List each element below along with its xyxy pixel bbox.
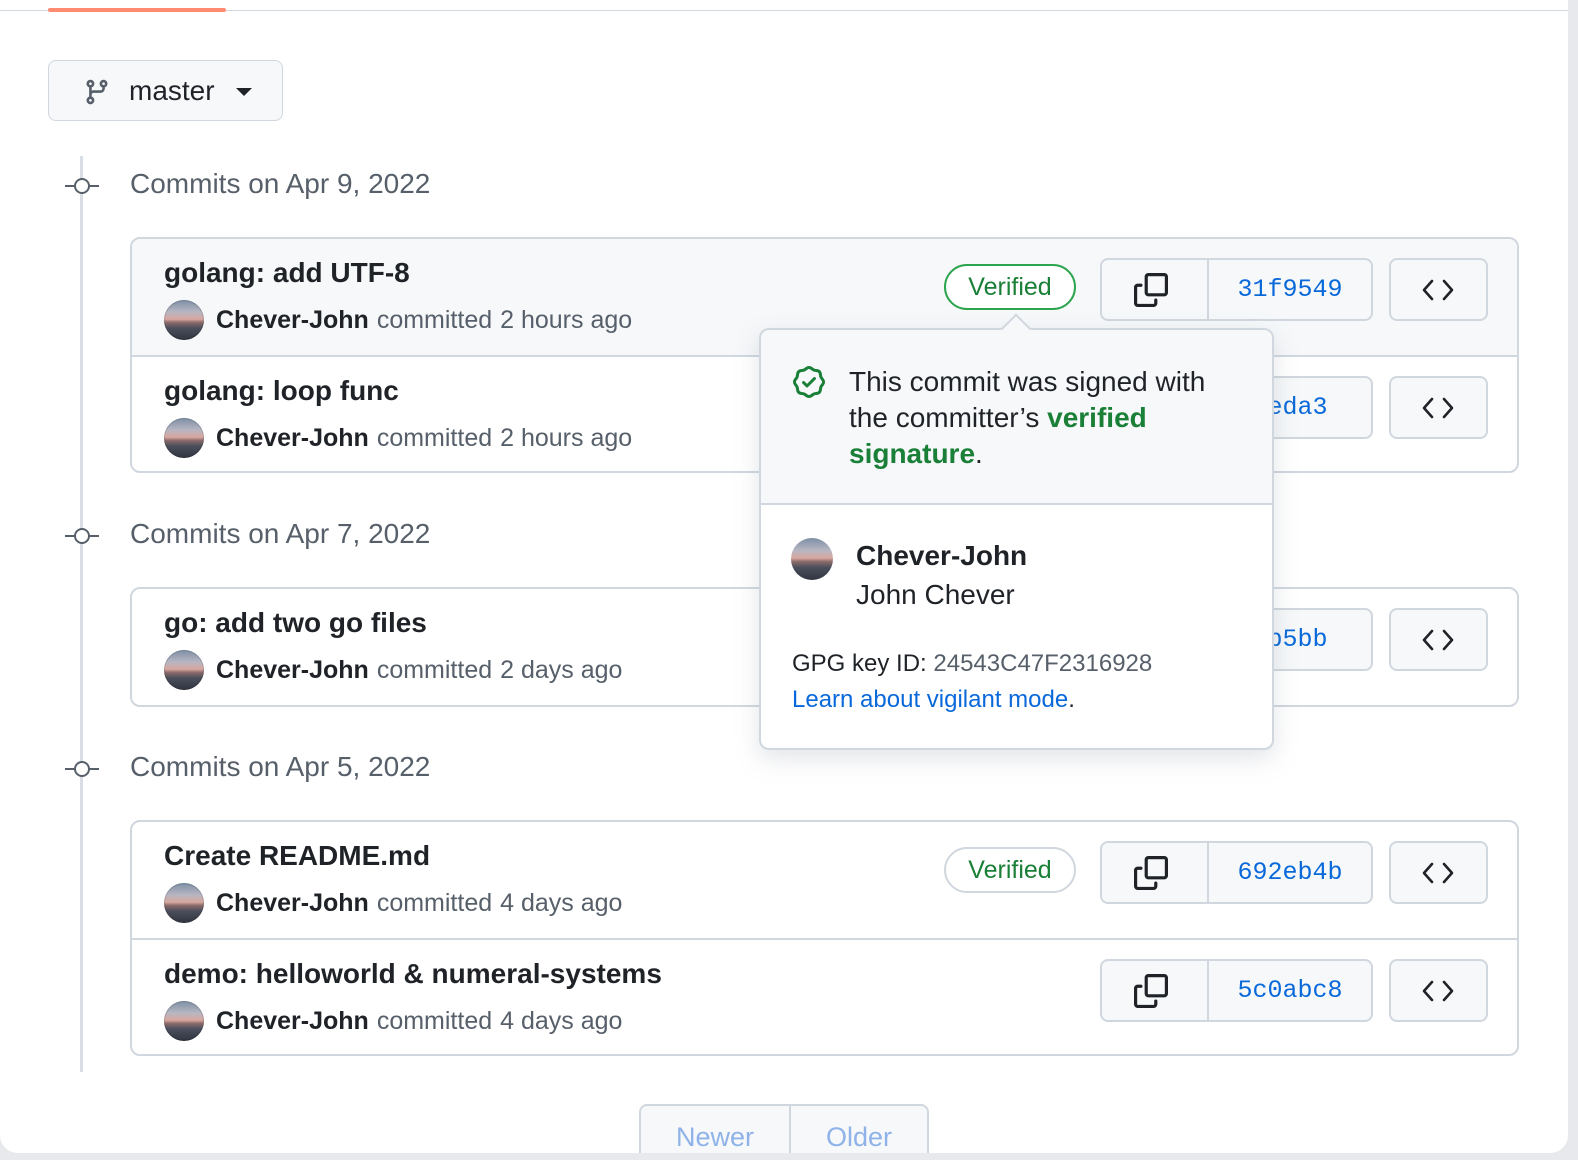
copy-sha-button[interactable] bbox=[1102, 260, 1209, 319]
copy-icon bbox=[1134, 974, 1168, 1008]
verified-check-icon bbox=[793, 366, 825, 398]
branch-name: master bbox=[129, 75, 215, 106]
code-icon bbox=[1422, 279, 1454, 301]
commit-meta: Chever-John committed 2 hours ago bbox=[164, 418, 632, 458]
commit-action: committed bbox=[376, 1006, 493, 1035]
commit-author[interactable]: Chever-John bbox=[216, 656, 369, 685]
commit-meta: Chever-John committed 2 hours ago bbox=[164, 300, 632, 340]
copy-sha-button[interactable] bbox=[1102, 843, 1209, 902]
browse-repo-button[interactable] bbox=[1389, 841, 1488, 904]
signer-login[interactable]: Chever-John bbox=[856, 540, 1027, 572]
commit-title[interactable]: go: add two go files bbox=[164, 607, 427, 639]
avatar[interactable] bbox=[164, 883, 204, 923]
tabs-divider bbox=[0, 10, 1568, 11]
commit-title[interactable]: golang: add UTF-8 bbox=[164, 257, 410, 289]
sha-button-group: 31f9549 bbox=[1100, 258, 1373, 321]
commit-title[interactable]: golang: loop func bbox=[164, 375, 399, 407]
gpg-key-line: GPG key ID: 24543C47F2316928 bbox=[792, 650, 1152, 678]
signature-message-prefix: This commit was signed with the committe… bbox=[849, 366, 1206, 433]
avatar[interactable] bbox=[164, 1001, 204, 1041]
avatar[interactable] bbox=[791, 538, 833, 580]
git-commit-icon bbox=[65, 761, 99, 777]
commit-time: 2 hours ago bbox=[500, 305, 633, 334]
commit-time: 2 hours ago bbox=[500, 423, 633, 452]
commit-date-heading: Commits on Apr 9, 2022 bbox=[130, 168, 431, 199]
avatar[interactable] bbox=[164, 300, 204, 340]
learn-suffix: . bbox=[1068, 686, 1075, 713]
commit-time: 4 days ago bbox=[500, 888, 623, 917]
older-button[interactable]: Older bbox=[791, 1106, 927, 1153]
copy-icon bbox=[1134, 273, 1168, 307]
pagination: Newer Older bbox=[639, 1104, 929, 1153]
learn-line: Learn about vigilant mode. bbox=[792, 686, 1075, 714]
code-icon bbox=[1422, 980, 1454, 1002]
avatar[interactable] bbox=[164, 650, 204, 690]
commit-action: committed bbox=[376, 305, 493, 334]
chevron-down-icon bbox=[236, 88, 252, 96]
commit-action: committed bbox=[376, 655, 493, 684]
commit-action: committed bbox=[376, 888, 493, 917]
commit-group: Create README.md Chever-John committed 4… bbox=[130, 820, 1519, 1056]
browse-repo-button[interactable] bbox=[1389, 258, 1488, 321]
commits-page: master Commits on Apr 9, 2022 golang: ad… bbox=[0, 0, 1568, 1153]
commit-time: 4 days ago bbox=[500, 1006, 623, 1035]
commit-meta: Chever-John committed 4 days ago bbox=[164, 1001, 622, 1041]
avatar[interactable] bbox=[164, 418, 204, 458]
signer-full-name: John Chever bbox=[856, 579, 1015, 610]
popover-header: This commit was signed with the committe… bbox=[761, 330, 1272, 505]
verified-badge[interactable]: Verified bbox=[944, 264, 1076, 310]
commit-date-heading: Commits on Apr 7, 2022 bbox=[130, 518, 431, 549]
commit-author[interactable]: Chever-John bbox=[216, 306, 369, 335]
code-icon bbox=[1422, 862, 1454, 884]
commit-row: Create README.md Chever-John committed 4… bbox=[132, 822, 1517, 938]
commit-row: demo: helloworld & numeral-systems Cheve… bbox=[132, 938, 1517, 1054]
gpg-key-label: GPG key ID: bbox=[792, 650, 934, 677]
commit-time: 2 days ago bbox=[500, 655, 623, 684]
gpg-key-id: 24543C47F2316928 bbox=[933, 650, 1153, 677]
git-commit-icon bbox=[65, 528, 99, 544]
commit-sha-link[interactable]: 692eb4b bbox=[1209, 843, 1371, 902]
code-icon bbox=[1422, 397, 1454, 419]
code-icon bbox=[1422, 629, 1454, 651]
newer-button[interactable]: Newer bbox=[641, 1106, 791, 1153]
active-tab-underline bbox=[48, 8, 226, 12]
commit-meta: Chever-John committed 4 days ago bbox=[164, 883, 622, 923]
git-branch-icon bbox=[86, 79, 108, 105]
copy-sha-button[interactable] bbox=[1102, 961, 1209, 1020]
sha-button-group: 692eb4b bbox=[1100, 841, 1373, 904]
copy-icon bbox=[1134, 856, 1168, 890]
commit-author[interactable]: Chever-John bbox=[216, 424, 369, 453]
signature-verification-popover: This commit was signed with the committe… bbox=[759, 313, 1274, 750]
signature-message: This commit was signed with the committe… bbox=[849, 364, 1239, 472]
commit-title[interactable]: Create README.md bbox=[164, 840, 430, 872]
branch-select-button[interactable]: master bbox=[48, 60, 283, 121]
commit-action: committed bbox=[376, 423, 493, 452]
commit-sha-link[interactable]: 5c0abc8 bbox=[1209, 961, 1371, 1020]
vigilant-mode-link[interactable]: Learn about vigilant mode bbox=[792, 686, 1068, 713]
browse-repo-button[interactable] bbox=[1389, 959, 1488, 1022]
browse-repo-button[interactable] bbox=[1389, 608, 1488, 671]
commit-title[interactable]: demo: helloworld & numeral-systems bbox=[164, 958, 662, 990]
git-commit-icon bbox=[65, 178, 99, 194]
commit-sha-link[interactable]: 31f9549 bbox=[1209, 260, 1371, 319]
commit-meta: Chever-John committed 2 days ago bbox=[164, 650, 622, 690]
browse-repo-button[interactable] bbox=[1389, 376, 1488, 439]
verified-badge[interactable]: Verified bbox=[944, 847, 1076, 893]
commit-author[interactable]: Chever-John bbox=[216, 1007, 369, 1036]
timeline-line bbox=[80, 156, 83, 1072]
signature-message-suffix: . bbox=[975, 438, 983, 469]
sha-button-group: 5c0abc8 bbox=[1100, 959, 1373, 1022]
commit-date-heading: Commits on Apr 5, 2022 bbox=[130, 751, 431, 782]
commit-author[interactable]: Chever-John bbox=[216, 889, 369, 918]
